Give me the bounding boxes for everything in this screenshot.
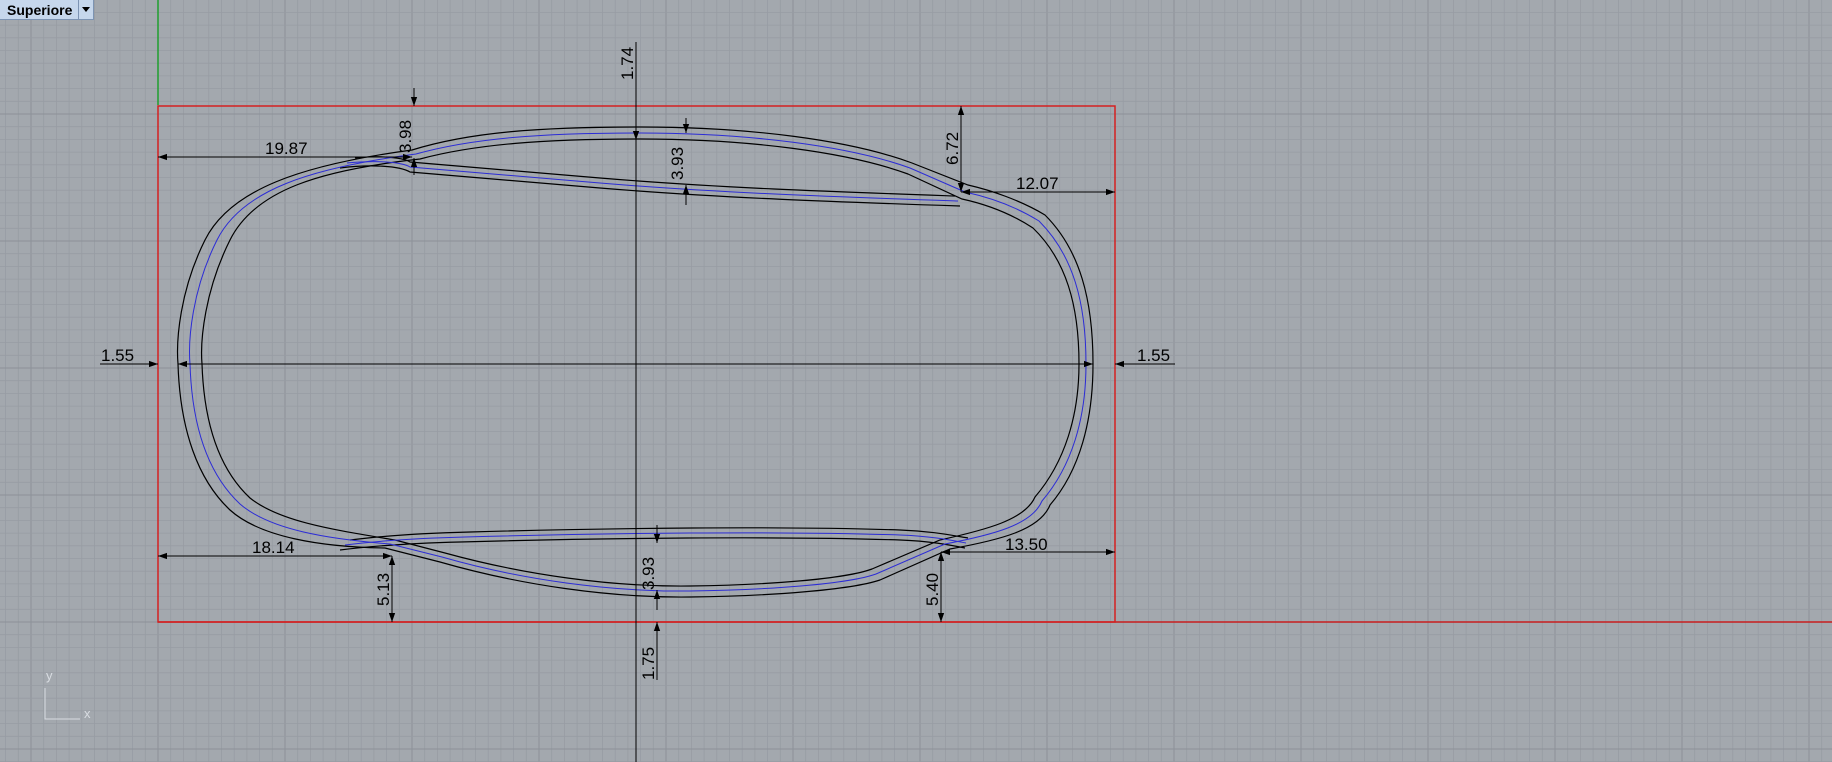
viewport-tab[interactable]: Superiore [0, 0, 95, 20]
dim-bottom-left-length[interactable]: 18.14 [252, 538, 295, 557]
dim-bottom-mid-thickness[interactable]: 3.93 [639, 557, 658, 590]
viewport-title[interactable]: Superiore [0, 0, 78, 19]
axis-icon: y x [44, 668, 91, 721]
axis-icon-x-label: x [84, 706, 91, 721]
dim-bottom-center[interactable]: 1.75 [639, 647, 658, 680]
dim-top-center[interactable]: 1.74 [618, 47, 637, 80]
dim-top-mid-thickness[interactable]: 3.93 [668, 147, 687, 180]
dim-top-left-length[interactable]: 19.87 [265, 139, 308, 158]
part-centerline [189, 132, 1087, 592]
dim-left-side[interactable]: 1.55 [101, 346, 134, 365]
dim-top-right-length[interactable]: 12.07 [1016, 174, 1059, 193]
construction-grid [0, 0, 1832, 762]
dim-top-left-thickness[interactable]: 3.98 [396, 120, 415, 153]
viewport-menu-button[interactable] [78, 0, 93, 19]
part-outline[interactable] [176, 126, 1094, 598]
dim-bottom-left-height[interactable]: 5.13 [374, 573, 393, 606]
dim-bottom-right-height[interactable]: 5.40 [923, 573, 942, 606]
dim-right-side[interactable]: 1.55 [1137, 346, 1170, 365]
dim-bottom-right-length[interactable]: 13.50 [1005, 535, 1048, 554]
chevron-down-icon [82, 7, 91, 12]
drawing-canvas[interactable]: 1.74 3.98 3.93 6.72 19.87 12.07 1.55 1.5… [0, 0, 1832, 762]
axis-icon-y-label: y [46, 668, 53, 683]
dim-top-right-height[interactable]: 6.72 [943, 132, 962, 165]
top-viewport[interactable]: 1.74 3.98 3.93 6.72 19.87 12.07 1.55 1.5… [0, 0, 1832, 762]
